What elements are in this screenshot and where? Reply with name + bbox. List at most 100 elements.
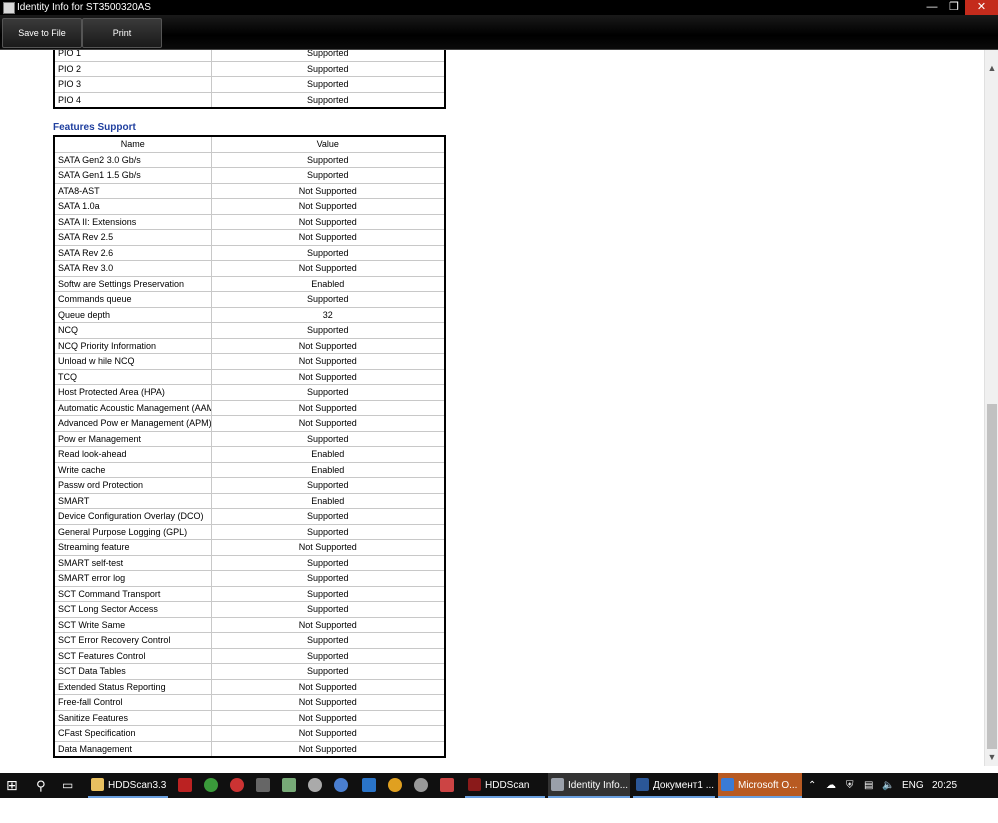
table-row: SATA 1.0a Not Supported	[53, 198, 446, 215]
table-row: ATA8-AST Not Supported	[53, 182, 446, 199]
table-row: Passw ord Protection Supported	[53, 477, 446, 494]
pinned-app-icon[interactable]	[178, 778, 192, 792]
cell-value: Enabled	[210, 446, 446, 463]
table-row: Softw are Settings Preservation Enabled	[53, 275, 446, 292]
pinned-app-icon[interactable]	[308, 778, 322, 792]
toolbar: Save to File Print	[0, 15, 998, 50]
table-row: Queue depth 32	[53, 306, 446, 323]
taskbar-app-hddscan-folder[interactable]: HDDScan3.3	[88, 773, 168, 798]
cell-name: Pow er Management	[53, 430, 212, 447]
cell-value: Supported	[210, 508, 446, 525]
cell-name: SATA II: Extensions	[53, 213, 212, 230]
ie-browser-icon[interactable]	[362, 778, 376, 792]
print-button[interactable]: Print	[82, 18, 162, 48]
cell-name: TCQ	[53, 368, 212, 385]
cell-name: SATA Rev 2.6	[53, 244, 212, 261]
cell-value: Supported	[210, 76, 446, 93]
pinned-app-icon[interactable]	[414, 778, 428, 792]
table-row: PIO 4 Supported	[53, 91, 446, 109]
cell-value: Not Supported	[210, 539, 446, 556]
save-to-file-button[interactable]: Save to File	[2, 18, 82, 48]
taskbar-app-label: Identity Info...	[568, 780, 629, 791]
pinned-app-icon[interactable]	[440, 778, 454, 792]
clock[interactable]: 20:25	[932, 773, 957, 798]
table-row: NCQ Supported	[53, 322, 446, 339]
pinned-app-icon[interactable]	[256, 778, 270, 792]
table-row: TCQ Not Supported	[53, 368, 446, 385]
vertical-scrollbar[interactable]: ▲ ▼	[984, 50, 998, 766]
volume-icon[interactable]: 🔈	[882, 773, 894, 798]
minimize-button[interactable]: —	[921, 0, 943, 15]
restore-button[interactable]: ❐	[943, 0, 965, 15]
cell-name: Data Management	[53, 740, 212, 758]
cell-name: Queue depth	[53, 306, 212, 323]
table-row: SCT Error Recovery Control Supported	[53, 632, 446, 649]
cell-value: Supported	[210, 430, 446, 447]
cell-value: Not Supported	[210, 182, 446, 199]
cell-name: Automatic Acoustic Management (AAM)	[53, 399, 212, 416]
cell-name: SMART self-test	[53, 554, 212, 571]
pinned-app-icon[interactable]	[282, 778, 296, 792]
language-indicator[interactable]: ENG	[902, 773, 924, 798]
windows-start-icon[interactable]: ⊞	[6, 773, 24, 798]
cell-value: Enabled	[210, 275, 446, 292]
cell-value: Supported	[210, 477, 446, 494]
cell-value: Not Supported	[210, 213, 446, 230]
security-shield-icon[interactable]: ⛨	[846, 773, 854, 798]
cell-name: Passw ord Protection	[53, 477, 212, 494]
cell-value: Supported	[210, 291, 446, 308]
column-header-name: Name	[53, 135, 212, 153]
cell-value: Not Supported	[210, 740, 446, 758]
cell-value: Not Supported	[210, 725, 446, 742]
scrollbar-thumb[interactable]	[987, 404, 997, 749]
table-row: SATA Gen1 1.5 Gb/s Supported	[53, 167, 446, 184]
taskbar-app-label: Microsoft O...	[738, 780, 798, 791]
cell-name: SATA Gen2 3.0 Gb/s	[53, 151, 212, 168]
table-row: NCQ Priority Information Not Supported	[53, 337, 446, 354]
title-bar: Identity Info for ST3500320AS — ❐ ✕	[0, 0, 998, 15]
table-row: CFast Specification Not Supported	[53, 725, 446, 742]
cell-name: Sanitize Features	[53, 709, 212, 726]
scroll-up-arrow-icon[interactable]: ▲	[987, 62, 997, 74]
table-row: SMART self-test Supported	[53, 554, 446, 571]
cell-name: PIO 4	[53, 91, 212, 109]
cell-value: Supported	[210, 554, 446, 571]
table-header-row: Name Value	[53, 135, 446, 153]
cell-value: Not Supported	[210, 709, 446, 726]
taskbar-app-word-document[interactable]: Документ1 ...	[633, 773, 715, 798]
cell-name: Unload w hile NCQ	[53, 353, 212, 370]
pinned-app-icon[interactable]	[230, 778, 244, 792]
hddscan-icon	[468, 778, 481, 791]
cell-value: Enabled	[210, 492, 446, 509]
cloud-icon[interactable]: ☁	[826, 773, 836, 798]
cell-name: SATA Gen1 1.5 Gb/s	[53, 167, 212, 184]
taskbar-app-microsoft-office[interactable]: Microsoft O...	[718, 773, 802, 798]
features-table: Name Value SATA Gen2 3.0 Gb/s Supported SA…	[53, 135, 446, 758]
chrome-browser-icon[interactable]	[388, 778, 402, 792]
table-row: Commands queue Supported	[53, 291, 446, 308]
taskbar-app-identity-info[interactable]: Identity Info...	[548, 773, 630, 798]
cell-value: Not Supported	[210, 616, 446, 633]
search-icon[interactable]: ⚲	[36, 773, 46, 798]
task-view-icon[interactable]: ▭	[62, 773, 73, 798]
pinned-app-icon[interactable]	[334, 778, 348, 792]
scroll-down-arrow-icon[interactable]: ▼	[987, 751, 997, 763]
network-icon[interactable]: ▤	[864, 773, 873, 798]
table-row: Read look-ahead Enabled	[53, 446, 446, 463]
show-hidden-icons-chevron-icon[interactable]: ⌃	[808, 773, 816, 798]
taskbar-app-label: HDDScan fo...	[485, 780, 530, 816]
taskbar-app-hddscan[interactable]: HDDScan fo...	[465, 773, 545, 816]
cell-name: Advanced Pow er Management (APM)	[53, 415, 212, 432]
cell-value: Supported	[210, 523, 446, 540]
table-row: PIO 3 Supported	[53, 76, 446, 93]
cell-name: Extended Status Reporting	[53, 678, 212, 695]
close-button[interactable]: ✕	[965, 0, 998, 15]
table-row: Unload w hile NCQ Not Supported	[53, 353, 446, 370]
taskbar: ⊞ ⚲ ▭ HDDScan3.3 HDDScan fo... Identity …	[0, 773, 998, 816]
cell-value: Supported	[210, 60, 446, 77]
cell-name: Read look-ahead	[53, 446, 212, 463]
window-title: Identity Info for ST3500320AS	[17, 2, 151, 13]
table-row: SCT Write Same Not Supported	[53, 616, 446, 633]
taskbar-app-label: HDDScan3.3	[108, 780, 167, 791]
pinned-app-icon[interactable]	[204, 778, 218, 792]
